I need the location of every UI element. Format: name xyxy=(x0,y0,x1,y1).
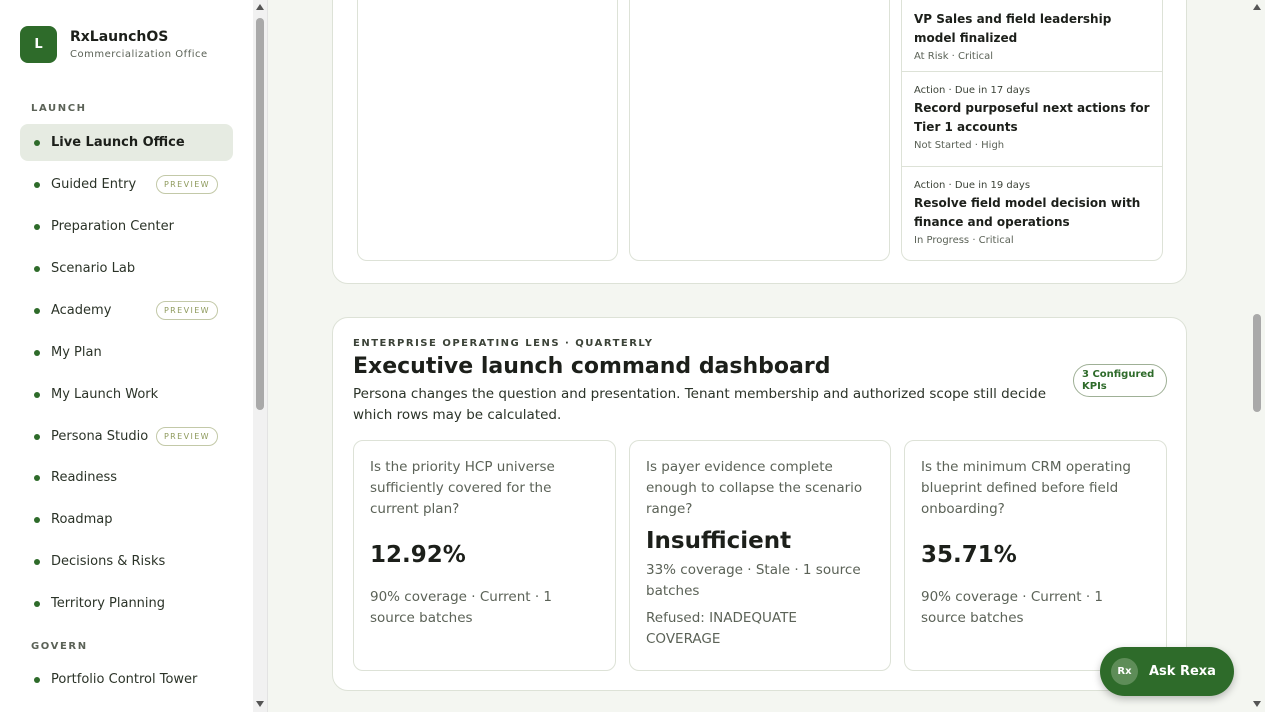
bullet-icon xyxy=(34,474,40,481)
kpi-question: Is the minimum CRM operating blueprint d… xyxy=(921,459,1131,517)
action-meta: Action · Due in 19 days xyxy=(914,180,1031,191)
brand-name: RxLaunchOS xyxy=(70,29,169,45)
bullet-icon xyxy=(34,558,40,565)
sidebar-item-label: Territory Planning xyxy=(51,596,166,611)
action-title: Record purposeful next actions for Tier … xyxy=(914,101,1150,134)
action-title: VP Sales and field leadership model fina… xyxy=(914,12,1112,45)
scroll-down-arrow-icon[interactable] xyxy=(256,701,264,707)
sidebar-item-label: Persona Studio xyxy=(51,429,149,444)
sidebar-item-roadmap[interactable]: Roadmap xyxy=(20,501,233,538)
kpi-value: 12.92% xyxy=(370,542,466,568)
sidebar-item-portfolio-control-tower[interactable]: Portfolio Control Tower xyxy=(20,661,233,698)
bullet-icon xyxy=(34,391,40,398)
sidebar-item-label: Academy xyxy=(51,303,112,318)
kpi-question: Is payer evidence complete enough to col… xyxy=(646,459,863,517)
preview-badge: PREVIEW xyxy=(155,175,218,194)
kpi-question: Is the priority HCP universe sufficientl… xyxy=(370,459,555,517)
preview-badge: PREVIEW xyxy=(155,301,218,320)
section-label-launch: LAUNCH xyxy=(31,103,87,114)
sidebar-item-my-plan[interactable]: My Plan xyxy=(20,334,233,371)
sidebar-item-label: My Launch Work xyxy=(51,387,159,402)
sidebar-item-persona-studio[interactable]: Persona Studio PREVIEW xyxy=(20,418,233,455)
launch-work-panel: VP Sales and field leadership model fina… xyxy=(332,0,1187,284)
sidebar-item-label: Guided Entry xyxy=(51,177,137,192)
action-item[interactable]: Action · Due in 19 days Resolve field mo… xyxy=(902,167,1162,260)
action-status: At Risk · Critical xyxy=(914,51,994,62)
bullet-icon xyxy=(34,349,40,356)
bullet-icon xyxy=(34,516,40,523)
bullet-icon xyxy=(34,265,40,272)
dashboard-eyebrow: ENTERPRISE OPERATING LENS · QUARTERLY xyxy=(353,338,654,349)
ask-rexa-button[interactable]: Rx Ask Rexa xyxy=(1100,647,1234,696)
kpi-value: Insufficient xyxy=(646,528,792,554)
executive-dashboard-card: ENTERPRISE OPERATING LENS · QUARTERLY Ex… xyxy=(332,317,1187,691)
scroll-up-arrow-icon[interactable] xyxy=(1253,4,1261,10)
sidebar-item-label: Readiness xyxy=(51,470,118,485)
sidebar-item-label: Roadmap xyxy=(51,512,113,527)
sidebar-item-decisions-risks[interactable]: Decisions & Risks xyxy=(20,543,233,580)
sidebar-scrollbar[interactable] xyxy=(253,0,268,712)
action-meta: Action · Due in 17 days xyxy=(914,85,1031,96)
section-label-govern: GOVERN xyxy=(31,641,88,652)
bullet-icon xyxy=(34,307,40,314)
work-column-1 xyxy=(357,0,618,261)
scroll-down-arrow-icon[interactable] xyxy=(1253,701,1261,707)
sidebar-item-academy[interactable]: Academy PREVIEW xyxy=(20,292,233,329)
brand-subtitle: Commercialization Office xyxy=(70,49,208,60)
sidebar-item-my-launch-work[interactable]: My Launch Work xyxy=(20,376,233,413)
preview-badge: PREVIEW xyxy=(155,427,218,446)
dashboard-description: Persona changes the question and present… xyxy=(353,386,1047,423)
bullet-icon xyxy=(34,676,40,683)
sidebar-item-label: Preparation Center xyxy=(51,219,174,234)
kpi-card-hcp-coverage[interactable]: Is the priority HCP universe sufficientl… xyxy=(353,440,616,671)
brand[interactable]: L RxLaunchOS Commercialization Office xyxy=(20,26,208,63)
configured-kpis-badge[interactable]: 3 Configured KPIs xyxy=(1073,364,1167,397)
scroll-up-arrow-icon[interactable] xyxy=(256,4,264,10)
action-item[interactable]: VP Sales and field leadership model fina… xyxy=(902,0,1162,72)
action-title: Resolve field model decision with financ… xyxy=(914,196,1141,229)
action-status: Not Started · High xyxy=(914,140,1005,151)
sidebar-item-territory-planning[interactable]: Territory Planning xyxy=(20,585,233,622)
sidebar-item-label: My Plan xyxy=(51,345,102,360)
kpi-card-crm-blueprint[interactable]: Is the minimum CRM operating blueprint d… xyxy=(904,440,1167,671)
kpi-coverage: 90% coverage · Current · 1 source batche… xyxy=(921,589,1104,626)
brand-logo: L xyxy=(20,26,57,63)
bullet-icon xyxy=(34,139,40,146)
sidebar-item-preparation-center[interactable]: Preparation Center xyxy=(20,208,233,245)
sidebar-item-label: Live Launch Office xyxy=(51,135,185,150)
action-status: In Progress · Critical xyxy=(914,235,1014,246)
actions-column: VP Sales and field leadership model fina… xyxy=(901,0,1163,261)
action-item[interactable]: Action · Due in 17 days Record purposefu… xyxy=(902,72,1162,167)
kpi-refusal-note: Refused: INADEQUATE COVERAGE xyxy=(646,610,797,647)
dashboard-title: Executive launch command dashboard xyxy=(353,354,831,379)
sidebar: L RxLaunchOS Commercialization Office LA… xyxy=(0,0,253,712)
rexa-avatar-icon: Rx xyxy=(1111,658,1138,685)
sidebar-item-live-launch-office[interactable]: Live Launch Office xyxy=(20,124,233,161)
bullet-icon xyxy=(34,433,40,440)
main-scrollbar-thumb[interactable] xyxy=(1253,314,1261,412)
ask-rexa-label: Ask Rexa xyxy=(1149,664,1216,679)
bullet-icon xyxy=(34,181,40,188)
kpi-coverage: 90% coverage · Current · 1 source batche… xyxy=(370,589,553,626)
sidebar-item-label: Scenario Lab xyxy=(51,261,136,276)
main-scrollbar[interactable] xyxy=(1249,0,1265,712)
kpi-coverage: 33% coverage · Stale · 1 source batches xyxy=(646,562,861,599)
sidebar-item-label: Decisions & Risks xyxy=(51,554,166,569)
sidebar-item-scenario-lab[interactable]: Scenario Lab xyxy=(20,250,233,287)
kpi-value: 35.71% xyxy=(921,542,1017,568)
kpi-card-payer-evidence[interactable]: Is payer evidence complete enough to col… xyxy=(629,440,891,671)
bullet-icon xyxy=(34,600,40,607)
bullet-icon xyxy=(34,223,40,230)
work-column-2 xyxy=(629,0,890,261)
sidebar-item-readiness[interactable]: Readiness xyxy=(20,459,233,496)
sidebar-item-label: Portfolio Control Tower xyxy=(51,672,198,687)
sidebar-scrollbar-thumb[interactable] xyxy=(256,18,264,410)
sidebar-item-guided-entry[interactable]: Guided Entry PREVIEW xyxy=(20,166,233,203)
